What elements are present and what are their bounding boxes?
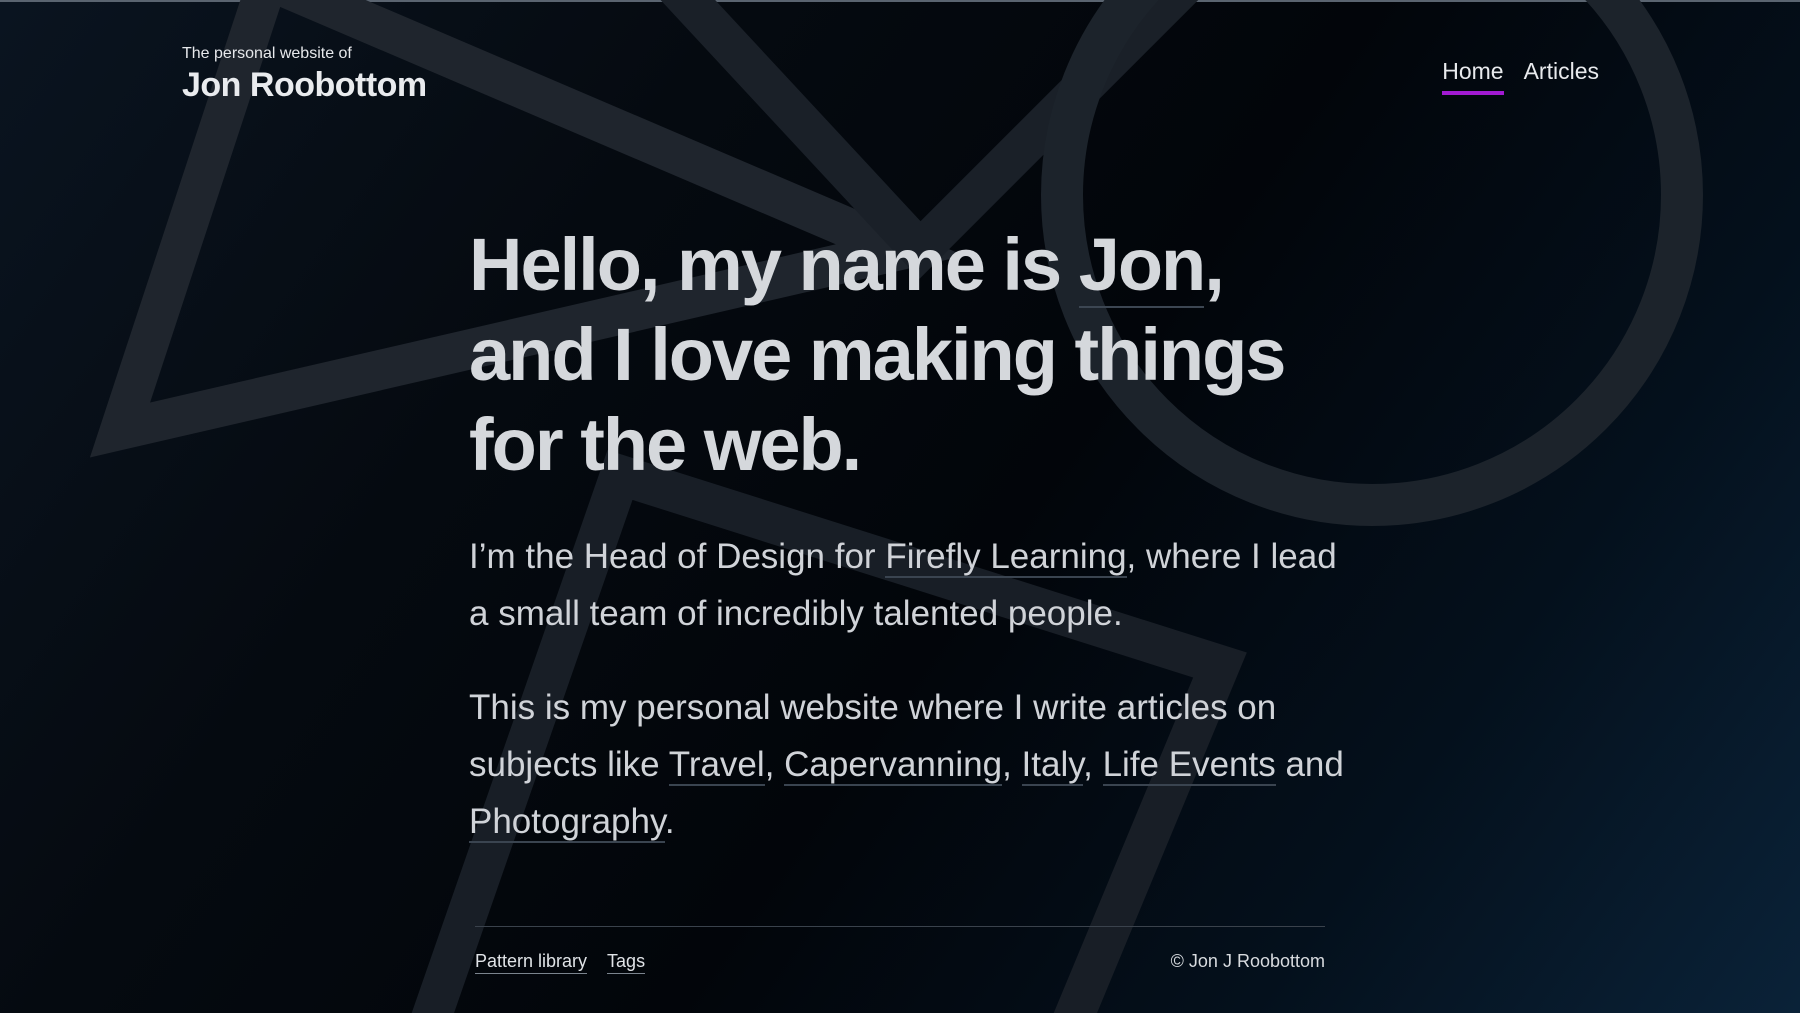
site-brand-link[interactable]: The personal website of Jon Roobottom xyxy=(182,44,427,104)
headline-text-2: and I love making things xyxy=(469,313,1286,396)
firefly-learning-link[interactable]: Firefly Learning xyxy=(885,537,1127,578)
brand-tagline: The personal website of xyxy=(182,45,352,62)
headline-comma: , xyxy=(1204,223,1225,306)
topic-link-italy[interactable]: Italy xyxy=(1021,745,1084,786)
topic-link-photography[interactable]: Photography xyxy=(469,802,665,843)
separator: , xyxy=(764,745,785,784)
intro-paragraph-job: I’m the Head of Design for Firefly Learn… xyxy=(469,528,1349,642)
separator: , xyxy=(1083,745,1103,784)
headline-text-3: for the web. xyxy=(469,403,862,486)
topic-link-travel[interactable]: Travel xyxy=(668,745,765,786)
intro-paragraph-topics: This is my personal website where I writ… xyxy=(469,679,1349,850)
site-header: The personal website of Jon Roobottom Ho… xyxy=(0,0,1800,110)
footer-tags-link[interactable]: Tags xyxy=(607,949,646,974)
hero-headline: Hello, my name is Jon, and I love making … xyxy=(469,220,1349,490)
intro-text: I’m the Head of Design for xyxy=(469,537,886,576)
footer-links: Pattern library Tags xyxy=(475,949,646,974)
headline-text-1: Hello, my name is xyxy=(469,223,1079,306)
main-nav: Home Articles xyxy=(1442,57,1599,95)
main-content: Hello, my name is Jon, and I love making … xyxy=(469,220,1349,850)
separator: , xyxy=(1002,745,1022,784)
nav-home-link[interactable]: Home xyxy=(1442,57,1504,95)
brand-site-name: Jon Roobottom xyxy=(182,66,427,104)
nav-articles-link[interactable]: Articles xyxy=(1524,57,1599,95)
topic-link-life-events[interactable]: Life Events xyxy=(1102,745,1276,786)
copyright-text: © Jon J Roobottom xyxy=(1170,951,1325,971)
intro-section: I’m the Head of Design for Firefly Learn… xyxy=(469,528,1349,850)
footer-pattern-library-link[interactable]: Pattern library xyxy=(475,949,588,974)
separator: and xyxy=(1275,745,1344,784)
intro-text: . xyxy=(664,802,675,841)
name-link[interactable]: Jon xyxy=(1078,223,1206,308)
topic-link-capervanning[interactable]: Capervanning xyxy=(784,745,1003,786)
site-footer: Pattern library Tags © Jon J Roobottom xyxy=(475,926,1325,974)
